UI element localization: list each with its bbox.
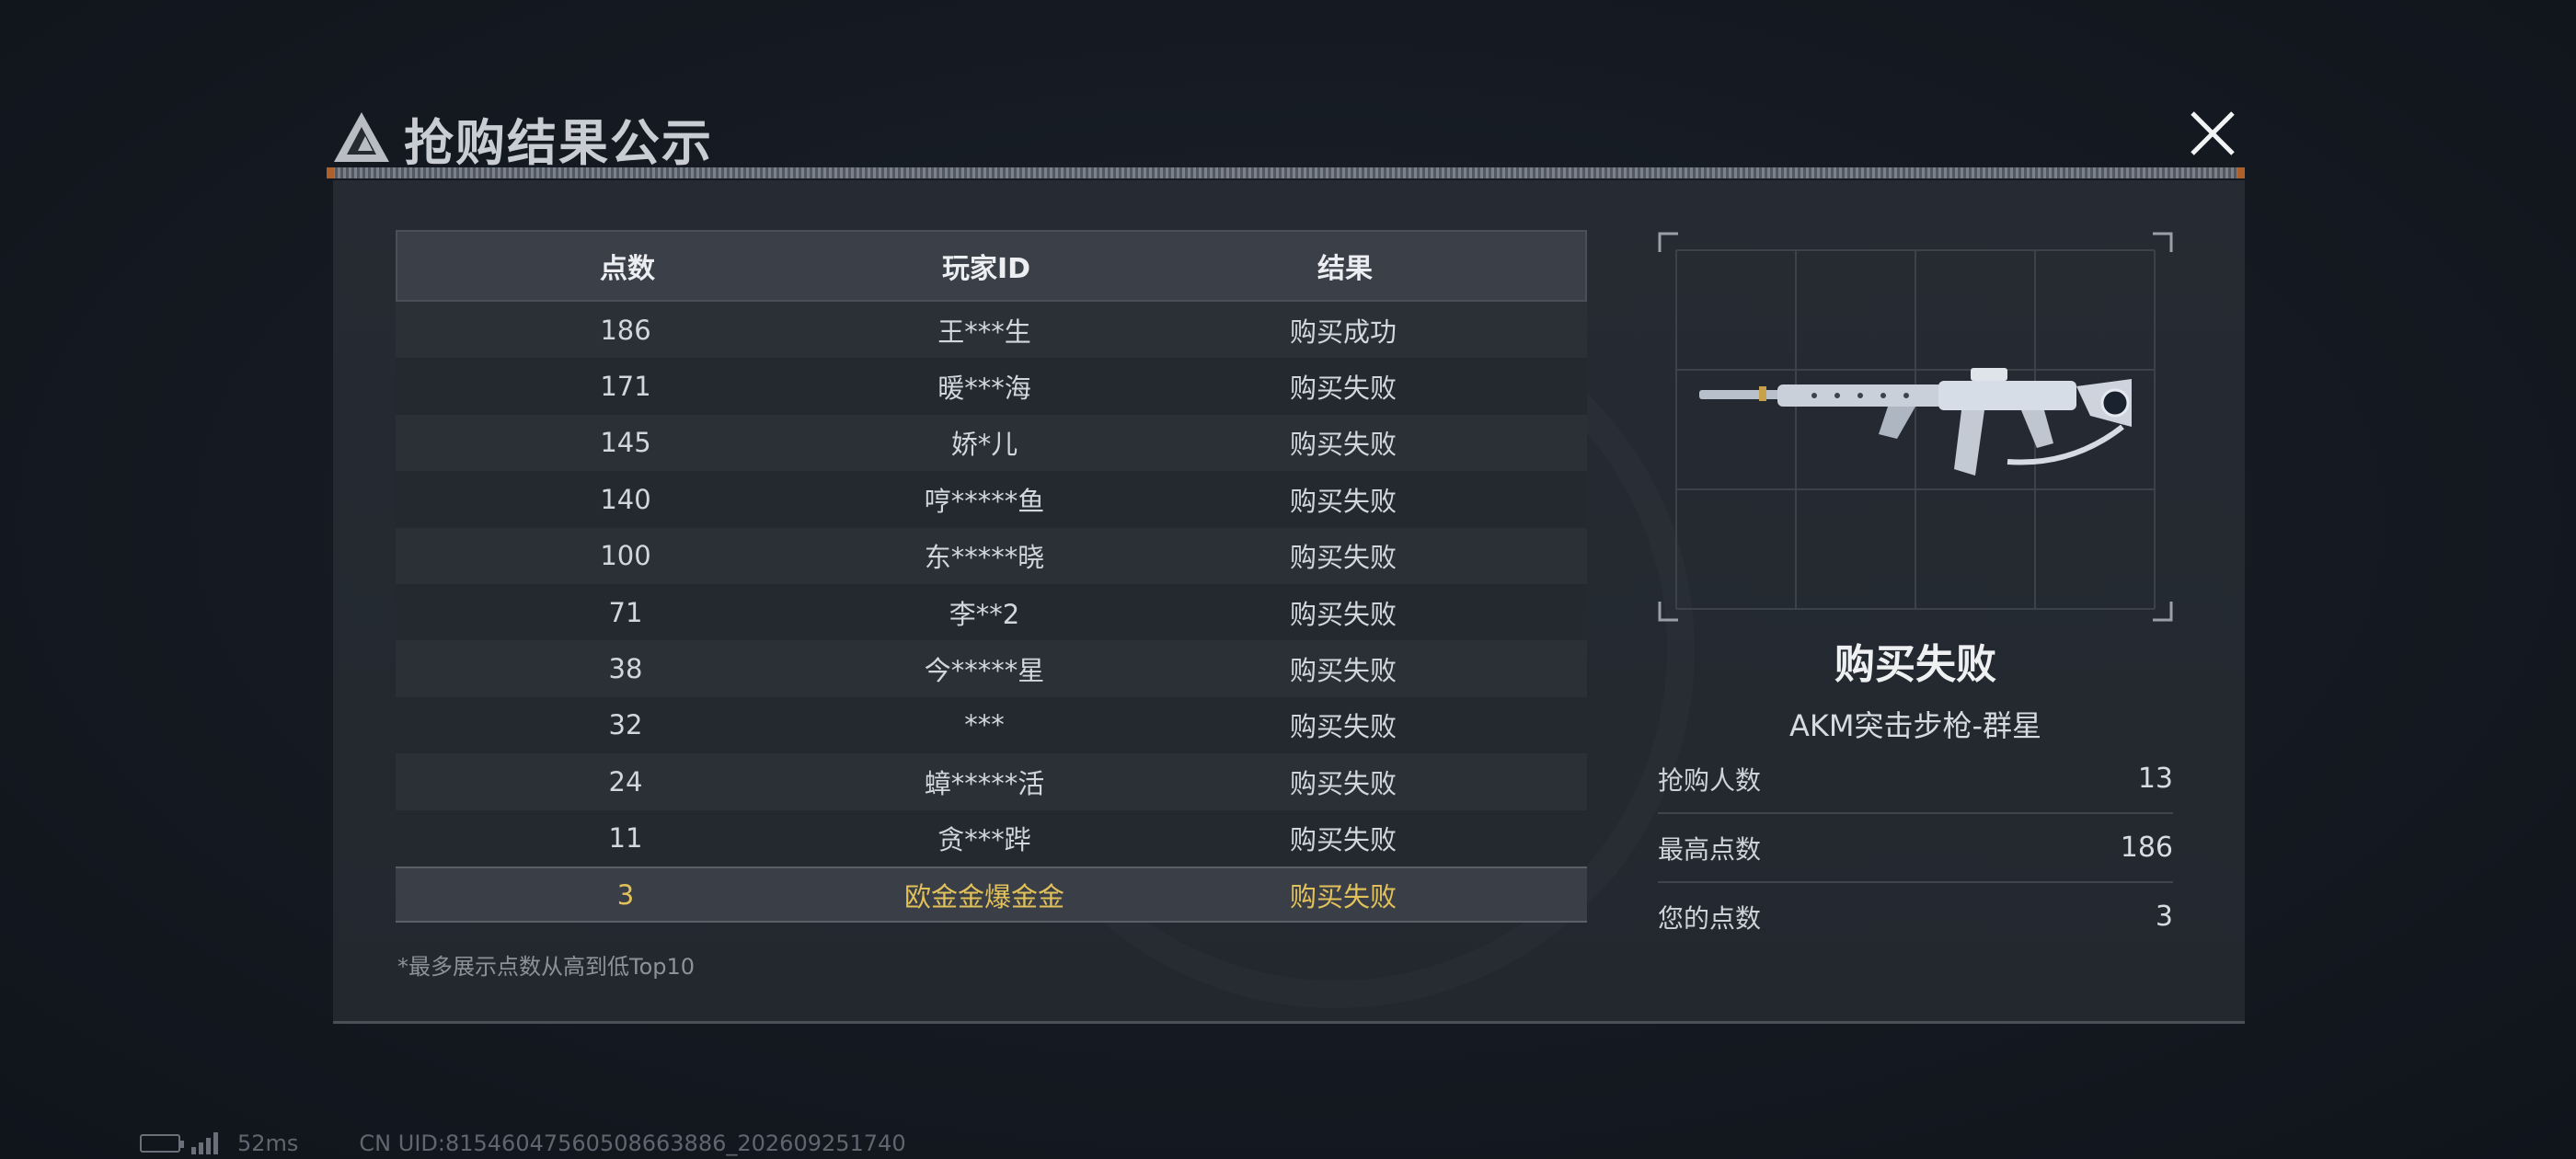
weapon-preview <box>1658 232 2173 622</box>
row-points: 186 <box>600 314 651 346</box>
triangle-logo-icon <box>334 112 389 162</box>
row-points: 24 <box>608 765 643 798</box>
row-player: 蟑*****活 <box>924 767 1045 799</box>
page-title: 抢购结果公示 <box>404 114 713 172</box>
row-points: 71 <box>608 596 643 628</box>
stat-value: 13 <box>2137 763 2173 795</box>
table-row: 171 暖***海 购买失败 <box>396 358 1587 415</box>
my-result: 购买失败 <box>1289 880 1397 912</box>
stats-list: 抢购人数 13 最高点数 186 您的点数 3 <box>1658 745 2173 950</box>
row-points: 171 <box>600 371 651 403</box>
row-player: 暖***海 <box>937 373 1031 405</box>
table-header: 点数 玩家ID 结果 <box>396 230 1587 302</box>
header-player-id: 玩家ID <box>941 253 1031 285</box>
table-row: 186 王***生 购买成功 <box>396 302 1587 359</box>
results-table: 点数 玩家ID 结果 186 王***生 购买成功 171 暖***海 购买失败… <box>396 230 1587 924</box>
row-result: 购买失败 <box>1289 485 1397 517</box>
row-result: 购买成功 <box>1289 316 1397 348</box>
row-player: 李**2 <box>949 598 1020 630</box>
table-row: 11 贪***跸 购买失败 <box>396 809 1587 866</box>
row-result: 购买失败 <box>1289 767 1397 799</box>
item-name: AKM突击步枪-群星 <box>1788 708 2042 743</box>
row-result: 购买失败 <box>1289 655 1397 687</box>
header-points: 点数 <box>600 253 655 285</box>
row-player: 今*****星 <box>924 655 1045 687</box>
ping-value: 52ms <box>237 1130 299 1156</box>
row-player: 贪***跸 <box>937 824 1031 856</box>
table-row: 24 蟑*****活 购买失败 <box>396 753 1587 810</box>
row-player: 娇*儿 <box>950 429 1018 461</box>
result-panel: 点数 玩家ID 结果 186 王***生 购买成功 171 暖***海 购买失败… <box>333 180 2245 1024</box>
my-points: 3 <box>616 878 635 911</box>
row-player: 哼*****鱼 <box>924 485 1045 517</box>
stat-label: 抢购人数 <box>1658 764 1762 796</box>
row-points: 140 <box>600 483 651 515</box>
stat-highest-points: 最高点数 186 <box>1658 814 2173 883</box>
my-result-row: 3 欧金金爆金金 购买失败 <box>396 866 1587 924</box>
row-result: 购买失败 <box>1289 542 1397 574</box>
stat-participants: 抢购人数 13 <box>1658 745 2173 814</box>
table-footnote: *最多展示点数从高到低Top10 <box>397 954 696 980</box>
stat-label: 最高点数 <box>1658 833 1762 865</box>
row-points: 100 <box>600 540 651 572</box>
row-result: 购买失败 <box>1289 824 1397 856</box>
row-points: 32 <box>608 709 643 741</box>
status-bar: 52ms CN UID:8154604756050866​3886_202609… <box>140 1130 906 1157</box>
purchase-status: 购买失败 <box>1834 641 1996 688</box>
title-divider <box>327 167 2245 178</box>
row-player: *** <box>964 709 1005 741</box>
signal-icon <box>191 1132 221 1154</box>
row-points: 145 <box>600 427 651 459</box>
screen: 抢购结果公示 点数 玩家ID 结果 186 王***生 购买成功 171 暖**… <box>0 0 2576 1159</box>
row-points: 11 <box>608 822 643 855</box>
row-result: 购买失败 <box>1289 373 1397 405</box>
battery-icon <box>140 1134 184 1153</box>
uid-text: CN UID:8154604756050866​3886_20260925174… <box>359 1130 906 1156</box>
table-row: 38 今*****星 购买失败 <box>396 640 1587 697</box>
row-result: 购买失败 <box>1289 598 1397 630</box>
header-result: 结果 <box>1317 253 1373 285</box>
row-player: 王***生 <box>937 316 1031 348</box>
row-points: 38 <box>608 653 643 685</box>
row-result: 购买失败 <box>1289 429 1397 461</box>
table-row: 140 哼*****鱼 购买失败 <box>396 471 1587 528</box>
row-result: 购买失败 <box>1289 711 1397 743</box>
stat-label: 您的点数 <box>1658 902 1762 934</box>
table-row: 32 *** 购买失败 <box>396 696 1587 754</box>
stat-value: 3 <box>2155 901 2173 933</box>
close-icon[interactable] <box>2185 106 2240 161</box>
row-player: 东*****晓 <box>924 542 1045 574</box>
my-player-id: 欧金金爆金金 <box>903 880 1064 912</box>
table-row: 100 东*****晓 购买失败 <box>396 527 1587 584</box>
table-row: 145 娇*儿 购买失败 <box>396 414 1587 472</box>
stat-value: 186 <box>2120 832 2173 864</box>
table-row: 71 李**2 购买失败 <box>396 583 1587 641</box>
stat-your-points: 您的点数 3 <box>1658 883 2173 950</box>
